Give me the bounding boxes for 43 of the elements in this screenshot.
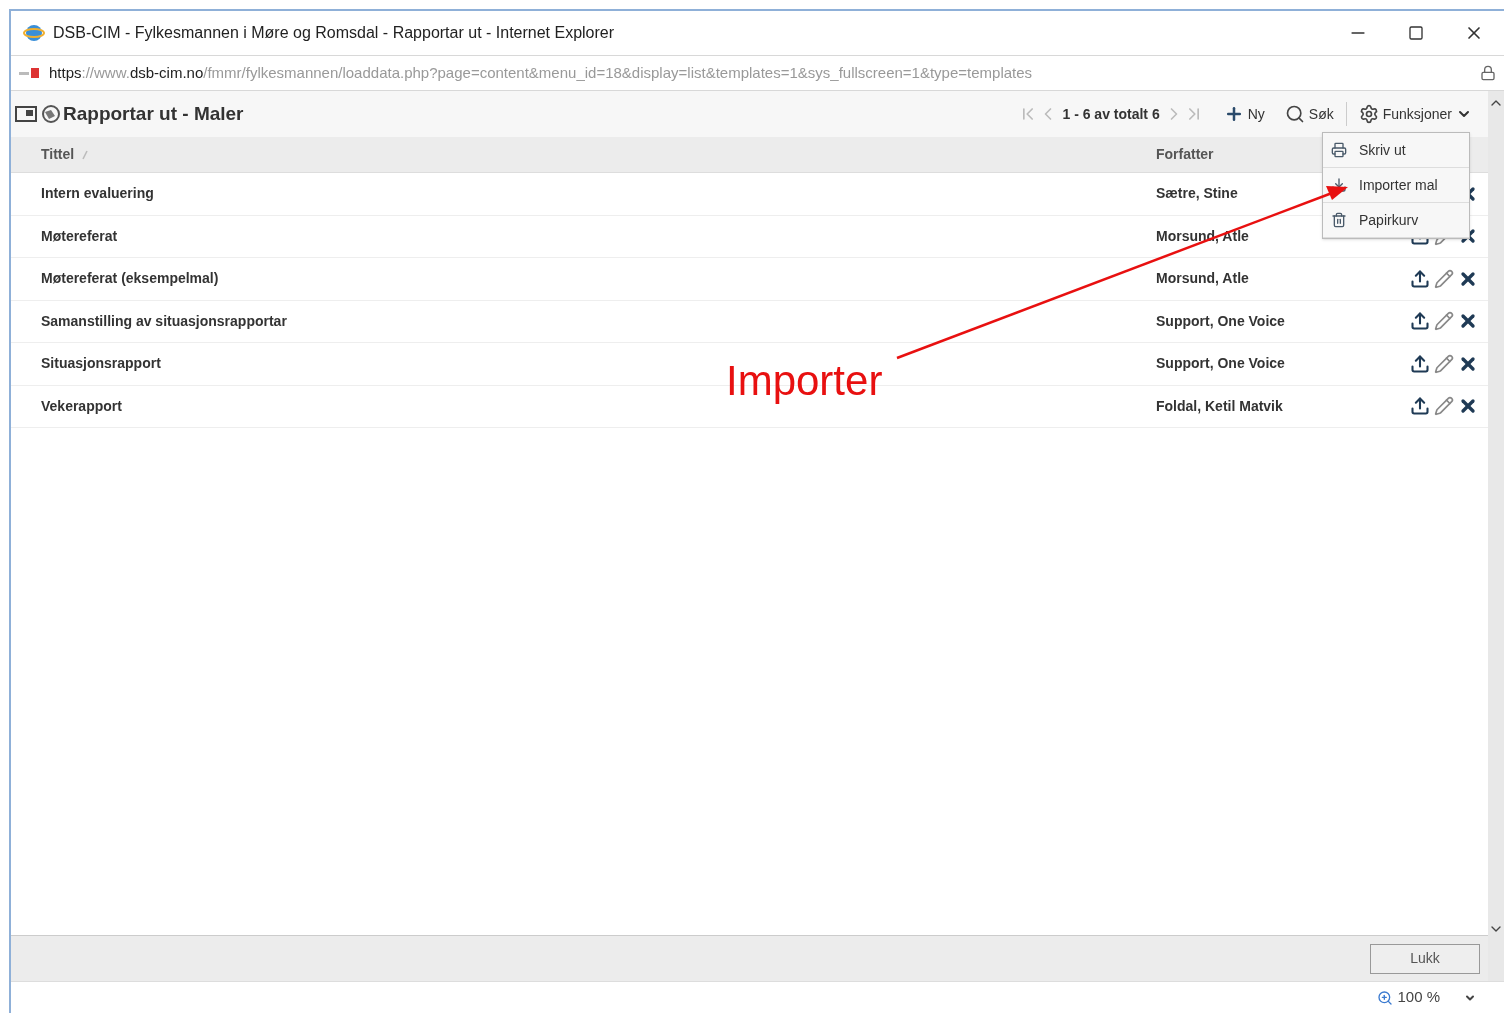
window-icon <box>15 105 37 123</box>
table-cell-text: Møtereferat <box>40 226 119 246</box>
functions-button[interactable]: Funksjoner <box>1358 103 1472 125</box>
table-cell: Support, One Voice <box>1156 312 1285 329</box>
trash-icon <box>1331 212 1347 228</box>
window-title: DSB-CIM - Fylkesmannen i Møre og Romsdal - Rapportar ut - Internet Explorer <box>53 23 615 43</box>
upload-icon[interactable] <box>1410 353 1430 374</box>
search-icon <box>1284 104 1305 124</box>
menu-item[interactable]: Papirkurv <box>1323 203 1469 238</box>
scrollbar[interactable] <box>1488 91 1504 981</box>
menu-item[interactable]: Skriv ut <box>1323 133 1469 168</box>
new-button[interactable]: Ny <box>1223 103 1265 125</box>
table-cell: Support, One Voice <box>1156 355 1285 372</box>
close-button[interactable]: Lukk <box>1370 943 1480 974</box>
annotation-label: Importer <box>726 360 883 402</box>
globe-icon <box>41 104 61 124</box>
table-cell-text: Situasjonsrapport <box>40 354 162 374</box>
table-cell-text: Møtereferat (eksempelmal) <box>40 269 220 289</box>
table-cell-text: Vekerapport <box>40 396 123 416</box>
table-cell: Sætre, Stine <box>1156 185 1238 202</box>
printer-icon <box>1331 142 1347 158</box>
upload-icon[interactable] <box>1410 396 1430 417</box>
page-icon <box>19 66 41 80</box>
column-header[interactable]: Tittel <box>41 144 75 165</box>
column-header[interactable]: Forfatter <box>1156 144 1214 165</box>
sort-indicator-icon <box>82 149 89 160</box>
zoom-icon <box>1377 989 1394 1006</box>
table-cell: Morsund, Atle <box>1156 227 1249 244</box>
lock-icon <box>1480 65 1496 81</box>
maximize-icon[interactable] <box>1408 25 1424 41</box>
address-field[interactable]: https://www.dsb-cim.no/fmmr/fylkesmannen/loaddata.php?page=content&menu_id=18&display=list&templates=1&sys_fullscreen=1&type=templates <box>49 61 1033 85</box>
table-cell: Morsund, Atle <box>1156 270 1249 287</box>
panel-title: Rapportar ut - Maler <box>63 101 244 126</box>
zoom-level[interactable]: 100 % <box>1397 986 1440 1009</box>
table-cell-text: Samanstilling av situasjonsrapportar <box>40 311 288 331</box>
search-button[interactable]: Søk <box>1284 103 1334 125</box>
upload-icon[interactable] <box>1410 311 1430 332</box>
table-cell: Foldal, Ketil Matvik <box>1156 397 1283 414</box>
gear-icon <box>1358 104 1379 124</box>
upload-icon[interactable] <box>1410 268 1430 289</box>
table-cell-text: Intern evaluering <box>40 184 155 204</box>
pager-text: 1 - 6 av totalt 6 <box>1062 104 1160 124</box>
browser-logo-icon <box>23 22 45 44</box>
